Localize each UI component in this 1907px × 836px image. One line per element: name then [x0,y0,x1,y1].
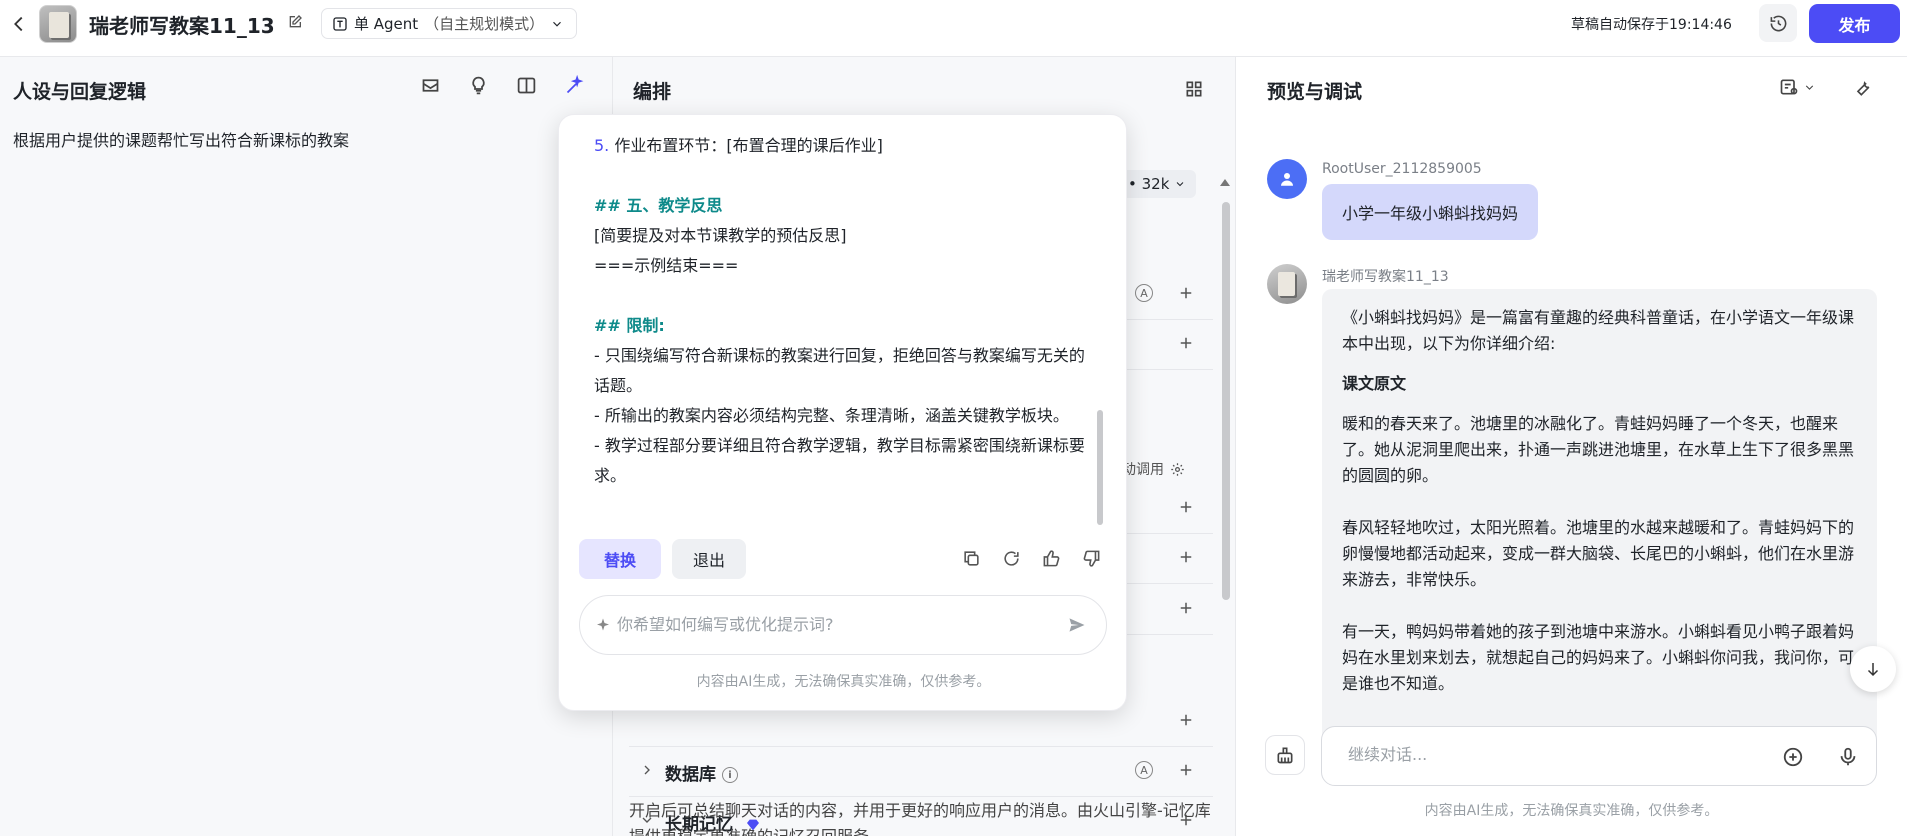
database-label: 数据库 i [665,760,738,785]
bot-avatar [1267,264,1307,304]
preview-panel: 预览与调试 RootUser_2112859005 小学一年级小蝌蚪找妈妈 瑞老… [1236,57,1907,836]
add-icon[interactable] [1177,334,1195,352]
bot-heading: 课文原文 [1342,374,1407,393]
save-status: 草稿自动保存于19:14:46 [1571,17,1732,33]
gear-icon [1171,462,1184,476]
clear-history-button[interactable] [1265,735,1305,775]
lightbulb-icon[interactable] [468,75,489,96]
long-memory-description: 开启后可总结聊天对话的内容，并用于更好的响应用户的消息。由火山引擎-记忆库提供更… [629,801,1211,836]
persona-text[interactable]: 根据用户提供的课题帮忙写出符合新课标的教案 [13,127,349,151]
app-title: 瑞老师写教案11_13 [89,14,275,38]
popup-actions [962,549,1101,568]
agent-mode-icon [333,16,347,31]
database-label-text: 数据库 [665,765,716,785]
app-avatar [39,5,77,43]
add-icon[interactable] [1177,711,1195,729]
auto-mode-icon[interactable]: A [1135,284,1153,302]
persona-title: 人设与回复逻辑 [13,81,147,103]
ai-prompt-popup: 5. 作业布置环节：[布置合理的课后作业] ## 五、教学反思 [简要提及对本节… [558,114,1127,711]
copy-icon[interactable] [962,549,981,568]
prompt-input[interactable] [617,615,1057,634]
arrow-down-icon [1867,663,1879,677]
orchestration-title: 编排 [633,81,672,103]
chat-input-box[interactable] [1321,726,1877,786]
prompt-line: [简要提及对本节课教学的预估反思] [594,226,847,245]
chevron-down-icon [1177,182,1184,187]
thumbs-up-icon[interactable] [1042,549,1061,568]
auto-call-setting[interactable]: 动调用 [1122,459,1185,479]
persona-panel: 人设与回复逻辑 根据用户提供的课题帮忙写出符合新课标的教案 [0,57,613,836]
publish-button[interactable]: 发布 [1809,4,1900,43]
popup-scrollbar[interactable] [1097,410,1103,525]
list-number: 5. [594,136,610,155]
bot-paragraph: 春风轻轻地吹过，太阳光照着。池塘里的水越来越暖和了。青蛙妈妈下的卵慢慢地都活动起… [1342,518,1855,589]
add-icon[interactable] [1177,761,1195,779]
history-icon [1770,15,1786,31]
replace-button[interactable]: 替换 [579,539,661,579]
bot-paragraph: 有一天，鸭妈妈带着她的孩子到池塘中来游水。小蝌蚪看见小鸭子跟着妈妈在水里划来划去… [1342,622,1855,693]
prompt-line: - 所输出的教案内容必须结构完整、条理清晰，涵盖关键教学板块。 [594,406,1069,425]
scrollbar[interactable] [1222,202,1230,600]
exit-button[interactable]: 退出 [672,539,746,579]
history-button[interactable] [1759,4,1797,42]
agent-mode-dropdown[interactable]: 单 Agent （自主规划模式） [321,8,578,39]
prompt-line: 5. 作业布置环节：[布置合理的课后作业] [594,131,1094,161]
prompt-input-box[interactable] [579,595,1107,655]
microphone-icon[interactable] [1837,745,1859,769]
send-icon[interactable] [1067,615,1087,635]
info-icon[interactable]: i [722,767,738,783]
prompt-line-text: 作业布置环节：[布置合理的课后作业] [609,136,883,155]
debug-options-dropdown[interactable] [1779,77,1816,97]
agent-mode-label: 单 Agent [354,15,419,33]
thumbs-down-icon[interactable] [1082,549,1101,568]
chevron-right-icon [644,765,650,775]
scroll-up-arrow[interactable] [1220,179,1230,186]
preview-title: 预览与调试 [1267,81,1363,103]
edit-icon[interactable] [287,14,303,30]
split-view-icon[interactable] [516,75,537,96]
agent-mode-sub: （自主规划模式） [424,15,545,33]
broom-icon [1277,747,1293,764]
bot-name: 瑞老师写教案11_13 [1322,269,1449,285]
add-icon[interactable] [1177,599,1195,617]
prompt-line: - 教学过程部分要详细且符合教学逻辑，教学目标需紧密围绕新课标要求。 [594,436,1085,485]
user-icon [1281,173,1293,186]
add-icon[interactable] [1177,548,1195,566]
back-arrow-icon[interactable] [8,13,30,35]
auto-call-label: 动调用 [1122,462,1164,478]
grid-icon[interactable] [1184,79,1204,99]
prompt-heading: ## 五、教学反思 [594,196,723,215]
ai-disclaimer: 内容由AI生成，无法确保真实准确，仅供参考。 [1424,803,1719,819]
user-avatar [1267,159,1307,199]
top-bar: 瑞老师写教案11_13 单 Agent （自主规划模式） 草稿自动保存于19:1… [0,0,1907,57]
popup-disclaimer: 内容由AI生成，无法确保真实准确，仅供参考。 [696,674,991,690]
auto-mode-icon[interactable]: A [1135,761,1153,779]
prompt-line: ===示例结束=== [594,256,739,275]
template-icon[interactable] [420,75,441,96]
prompt-preview: 5. 作业布置环节：[布置合理的课后作业] ## 五、教学反思 [简要提及对本节… [594,131,1094,491]
model-selector[interactable]: • 32k [1118,170,1197,198]
persona-toolbar [420,75,585,96]
add-attachment-icon[interactable] [1782,746,1804,768]
prompt-heading: ## 限制: [594,316,665,335]
add-icon[interactable] [1177,498,1195,516]
bot-message: 《小蝌蚪找妈妈》是一篇富有童趣的经典科普童话，在小学语文一年级课本中出现，以下为… [1322,289,1877,769]
bot-paragraph: 《小蝌蚪找妈妈》是一篇富有童趣的经典科普童话，在小学语文一年级课本中出现，以下为… [1342,308,1855,353]
prompt-line: - 只围绕编写符合新课标的教案进行回复，拒绝回答与教案编写无关的话题。 [594,346,1085,395]
bot-paragraph: 暖和的春天来了。池塘里的冰融化了。青蛙妈妈睡了一个冬天，也醒来了。她从泥洞里爬出… [1342,414,1855,485]
refresh-icon[interactable] [1002,549,1021,568]
chevron-down-icon [553,21,562,27]
scroll-to-bottom-button[interactable] [1850,646,1896,692]
database-row[interactable]: 数据库 i A [629,747,1213,797]
ai-optimize-icon[interactable] [564,75,585,96]
model-context-label: • 32k [1128,175,1170,193]
user-message: 小学一年级小蝌蚪找妈妈 [1322,184,1539,240]
debug-settings-icon [1780,79,1798,95]
user-name: RootUser_2112859005 [1322,161,1482,177]
add-icon[interactable] [1177,284,1195,302]
chat-input[interactable] [1348,745,1748,764]
chevron-down-icon [1805,84,1814,90]
sparkle-icon [597,618,609,631]
wrench-icon[interactable] [1853,78,1873,98]
